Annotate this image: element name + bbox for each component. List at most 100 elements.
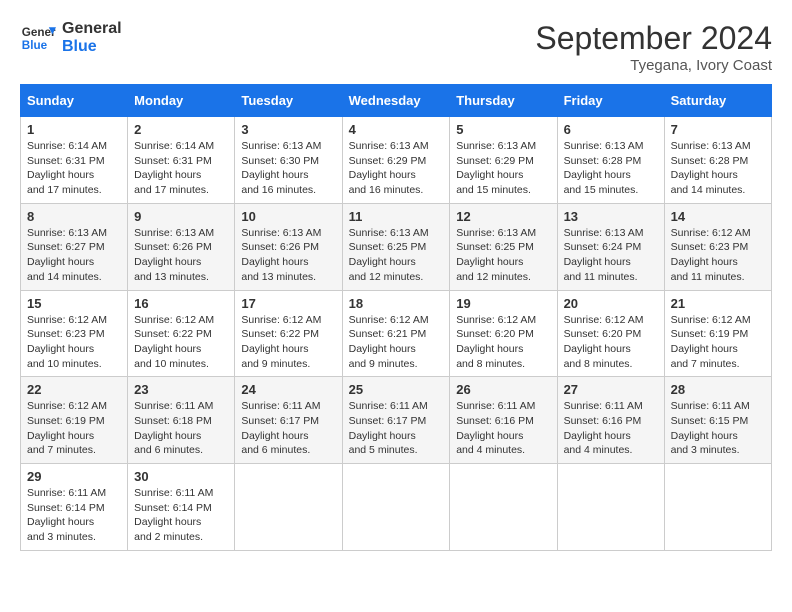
table-row: 17 Sunrise: 6:12 AM Sunset: 6:22 PM Dayl… — [235, 290, 342, 377]
day-number: 8 — [27, 209, 121, 224]
day-info: Sunrise: 6:13 AM Sunset: 6:29 PM Dayligh… — [349, 139, 444, 198]
day-info: Sunrise: 6:12 AM Sunset: 6:23 PM Dayligh… — [27, 313, 121, 372]
table-row: 8 Sunrise: 6:13 AM Sunset: 6:27 PM Dayli… — [21, 203, 128, 290]
day-info: Sunrise: 6:11 AM Sunset: 6:14 PM Dayligh… — [27, 486, 121, 545]
table-row: 22 Sunrise: 6:12 AM Sunset: 6:19 PM Dayl… — [21, 377, 128, 464]
table-row: 23 Sunrise: 6:11 AM Sunset: 6:18 PM Dayl… — [128, 377, 235, 464]
day-number: 22 — [27, 382, 121, 397]
day-number: 5 — [456, 122, 550, 137]
table-row: 3 Sunrise: 6:13 AM Sunset: 6:30 PM Dayli… — [235, 117, 342, 204]
day-info: Sunrise: 6:13 AM Sunset: 6:26 PM Dayligh… — [241, 226, 335, 285]
day-number: 11 — [349, 209, 444, 224]
day-info: Sunrise: 6:13 AM Sunset: 6:27 PM Dayligh… — [27, 226, 121, 285]
table-row: 28 Sunrise: 6:11 AM Sunset: 6:15 PM Dayl… — [664, 377, 771, 464]
day-number: 17 — [241, 296, 335, 311]
day-info: Sunrise: 6:13 AM Sunset: 6:25 PM Dayligh… — [456, 226, 550, 285]
calendar-week-row: 1 Sunrise: 6:14 AM Sunset: 6:31 PM Dayli… — [21, 117, 772, 204]
logo-icon: General Blue — [20, 20, 56, 56]
table-row: 15 Sunrise: 6:12 AM Sunset: 6:23 PM Dayl… — [21, 290, 128, 377]
table-row: 11 Sunrise: 6:13 AM Sunset: 6:25 PM Dayl… — [342, 203, 450, 290]
day-info: Sunrise: 6:12 AM Sunset: 6:21 PM Dayligh… — [349, 313, 444, 372]
day-info: Sunrise: 6:12 AM Sunset: 6:19 PM Dayligh… — [671, 313, 765, 372]
calendar-week-row: 15 Sunrise: 6:12 AM Sunset: 6:23 PM Dayl… — [21, 290, 772, 377]
day-number: 2 — [134, 122, 228, 137]
table-row — [342, 464, 450, 551]
day-info: Sunrise: 6:11 AM Sunset: 6:15 PM Dayligh… — [671, 399, 765, 458]
col-saturday: Saturday — [664, 85, 771, 117]
day-number: 9 — [134, 209, 228, 224]
day-info: Sunrise: 6:11 AM Sunset: 6:17 PM Dayligh… — [241, 399, 335, 458]
day-info: Sunrise: 6:12 AM Sunset: 6:22 PM Dayligh… — [241, 313, 335, 372]
day-info: Sunrise: 6:12 AM Sunset: 6:19 PM Dayligh… — [27, 399, 121, 458]
day-number: 18 — [349, 296, 444, 311]
day-info: Sunrise: 6:13 AM Sunset: 6:28 PM Dayligh… — [564, 139, 658, 198]
day-info: Sunrise: 6:12 AM Sunset: 6:22 PM Dayligh… — [134, 313, 228, 372]
col-thursday: Thursday — [450, 85, 557, 117]
table-row: 24 Sunrise: 6:11 AM Sunset: 6:17 PM Dayl… — [235, 377, 342, 464]
day-info: Sunrise: 6:12 AM Sunset: 6:20 PM Dayligh… — [456, 313, 550, 372]
table-row: 4 Sunrise: 6:13 AM Sunset: 6:29 PM Dayli… — [342, 117, 450, 204]
page-header: General Blue General Blue September 2024… — [20, 20, 772, 74]
day-number: 6 — [564, 122, 658, 137]
day-number: 28 — [671, 382, 765, 397]
table-row: 6 Sunrise: 6:13 AM Sunset: 6:28 PM Dayli… — [557, 117, 664, 204]
day-number: 21 — [671, 296, 765, 311]
col-tuesday: Tuesday — [235, 85, 342, 117]
day-info: Sunrise: 6:11 AM Sunset: 6:17 PM Dayligh… — [349, 399, 444, 458]
table-row: 27 Sunrise: 6:11 AM Sunset: 6:16 PM Dayl… — [557, 377, 664, 464]
day-info: Sunrise: 6:13 AM Sunset: 6:30 PM Dayligh… — [241, 139, 335, 198]
day-info: Sunrise: 6:13 AM Sunset: 6:25 PM Dayligh… — [349, 226, 444, 285]
table-row: 7 Sunrise: 6:13 AM Sunset: 6:28 PM Dayli… — [664, 117, 771, 204]
logo-general: General — [62, 20, 122, 38]
day-info: Sunrise: 6:14 AM Sunset: 6:31 PM Dayligh… — [27, 139, 121, 198]
day-number: 14 — [671, 209, 765, 224]
day-number: 27 — [564, 382, 658, 397]
table-row: 16 Sunrise: 6:12 AM Sunset: 6:22 PM Dayl… — [128, 290, 235, 377]
day-info: Sunrise: 6:11 AM Sunset: 6:18 PM Dayligh… — [134, 399, 228, 458]
day-info: Sunrise: 6:12 AM Sunset: 6:23 PM Dayligh… — [671, 226, 765, 285]
title-area: September 2024 Tyegana, Ivory Coast — [535, 20, 772, 74]
day-info: Sunrise: 6:12 AM Sunset: 6:20 PM Dayligh… — [564, 313, 658, 372]
day-number: 13 — [564, 209, 658, 224]
day-number: 26 — [456, 382, 550, 397]
table-row: 5 Sunrise: 6:13 AM Sunset: 6:29 PM Dayli… — [450, 117, 557, 204]
day-info: Sunrise: 6:14 AM Sunset: 6:31 PM Dayligh… — [134, 139, 228, 198]
calendar-week-row: 22 Sunrise: 6:12 AM Sunset: 6:19 PM Dayl… — [21, 377, 772, 464]
table-row: 9 Sunrise: 6:13 AM Sunset: 6:26 PM Dayli… — [128, 203, 235, 290]
table-row: 14 Sunrise: 6:12 AM Sunset: 6:23 PM Dayl… — [664, 203, 771, 290]
table-row — [235, 464, 342, 551]
day-info: Sunrise: 6:13 AM Sunset: 6:26 PM Dayligh… — [134, 226, 228, 285]
day-number: 29 — [27, 469, 121, 484]
day-info: Sunrise: 6:13 AM Sunset: 6:29 PM Dayligh… — [456, 139, 550, 198]
day-number: 15 — [27, 296, 121, 311]
day-info: Sunrise: 6:13 AM Sunset: 6:28 PM Dayligh… — [671, 139, 765, 198]
table-row: 25 Sunrise: 6:11 AM Sunset: 6:17 PM Dayl… — [342, 377, 450, 464]
col-friday: Friday — [557, 85, 664, 117]
day-number: 20 — [564, 296, 658, 311]
logo-blue: Blue — [62, 38, 122, 56]
table-row: 2 Sunrise: 6:14 AM Sunset: 6:31 PM Dayli… — [128, 117, 235, 204]
calendar-week-row: 29 Sunrise: 6:11 AM Sunset: 6:14 PM Dayl… — [21, 464, 772, 551]
day-number: 25 — [349, 382, 444, 397]
table-row — [557, 464, 664, 551]
month-title: September 2024 — [535, 20, 772, 57]
table-row: 13 Sunrise: 6:13 AM Sunset: 6:24 PM Dayl… — [557, 203, 664, 290]
logo: General Blue General Blue — [20, 20, 122, 56]
calendar-table: Sunday Monday Tuesday Wednesday Thursday… — [20, 84, 772, 551]
day-number: 4 — [349, 122, 444, 137]
day-number: 1 — [27, 122, 121, 137]
col-monday: Monday — [128, 85, 235, 117]
table-row: 20 Sunrise: 6:12 AM Sunset: 6:20 PM Dayl… — [557, 290, 664, 377]
day-number: 16 — [134, 296, 228, 311]
day-info: Sunrise: 6:11 AM Sunset: 6:14 PM Dayligh… — [134, 486, 228, 545]
table-row: 18 Sunrise: 6:12 AM Sunset: 6:21 PM Dayl… — [342, 290, 450, 377]
calendar-week-row: 8 Sunrise: 6:13 AM Sunset: 6:27 PM Dayli… — [21, 203, 772, 290]
table-row: 1 Sunrise: 6:14 AM Sunset: 6:31 PM Dayli… — [21, 117, 128, 204]
table-row: 19 Sunrise: 6:12 AM Sunset: 6:20 PM Dayl… — [450, 290, 557, 377]
svg-text:Blue: Blue — [22, 39, 48, 52]
table-row: 26 Sunrise: 6:11 AM Sunset: 6:16 PM Dayl… — [450, 377, 557, 464]
day-number: 30 — [134, 469, 228, 484]
calendar-header-row: Sunday Monday Tuesday Wednesday Thursday… — [21, 85, 772, 117]
table-row: 21 Sunrise: 6:12 AM Sunset: 6:19 PM Dayl… — [664, 290, 771, 377]
table-row — [664, 464, 771, 551]
